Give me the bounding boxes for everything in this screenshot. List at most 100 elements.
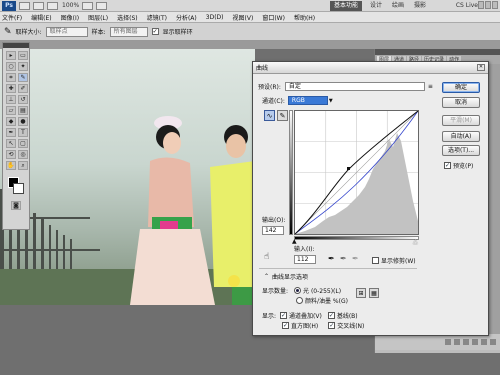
- crop-tool-icon[interactable]: ⌗: [6, 73, 16, 82]
- minimize-icon[interactable]: [478, 1, 484, 9]
- link-layers-icon[interactable]: [445, 339, 451, 345]
- curves-graph[interactable]: [294, 110, 419, 235]
- auto-button[interactable]: 自动(A): [442, 131, 480, 142]
- 3d-orbit-tool-icon[interactable]: ◎: [18, 150, 28, 159]
- lasso-tool-icon[interactable]: ○: [6, 62, 16, 71]
- curve-point-tool-icon[interactable]: ∿: [264, 110, 275, 121]
- preset-options-icon[interactable]: ≡: [428, 83, 433, 90]
- app-bar: Ps 100% 基本功能 设计 绘画 摄影 CS Live: [0, 0, 500, 12]
- menu-layer[interactable]: 图层(L): [88, 13, 108, 22]
- workspace-photography[interactable]: 摄影: [410, 1, 430, 11]
- quick-mask-icon[interactable]: ◙: [11, 201, 21, 210]
- eraser-tool-icon[interactable]: ▱: [6, 106, 16, 115]
- curve-pencil-tool-icon[interactable]: ✎: [277, 110, 288, 121]
- sample-select[interactable]: 所有图层: [109, 26, 148, 37]
- pen-tool-icon[interactable]: ✒: [6, 128, 16, 137]
- healing-brush-tool-icon[interactable]: ✚: [6, 84, 16, 93]
- zoom-level[interactable]: 100%: [62, 2, 79, 9]
- shape-tool-icon[interactable]: ▢: [18, 139, 28, 148]
- show-clipping-checkbox[interactable]: [372, 257, 379, 264]
- new-fill-layer-icon[interactable]: [463, 339, 469, 345]
- workspace-design[interactable]: 设计: [366, 1, 386, 11]
- hand-tool-icon[interactable]: ✋: [6, 161, 16, 170]
- eyedropper-tool-icon[interactable]: ✎: [4, 27, 12, 37]
- ok-button[interactable]: 确定: [442, 82, 480, 93]
- output-field[interactable]: 142: [262, 226, 284, 235]
- chevron-down-icon[interactable]: ▼: [329, 98, 333, 104]
- menu-edit[interactable]: 编辑(E): [31, 13, 51, 22]
- eyedropper-tool-icon[interactable]: ✎: [18, 73, 28, 82]
- delete-layer-icon[interactable]: [490, 339, 496, 345]
- workspace-painting[interactable]: 绘画: [388, 1, 408, 11]
- quick-select-tool-icon[interactable]: ✦: [18, 62, 28, 71]
- preview-checkbox[interactable]: ✓: [444, 162, 451, 169]
- close-icon[interactable]: [492, 1, 498, 9]
- canvas-photo[interactable]: [0, 49, 255, 305]
- amount-pigment-label: 颜料/油墨 %(G): [305, 298, 348, 305]
- histogram-checkbox[interactable]: ✓: [282, 322, 289, 329]
- type-tool-icon[interactable]: T: [18, 128, 28, 137]
- curve-control-point[interactable]: [347, 167, 350, 170]
- menu-image[interactable]: 图像(I): [61, 13, 79, 22]
- white-eyedropper-icon[interactable]: ✒: [352, 254, 359, 263]
- menu-help[interactable]: 帮助(H): [294, 13, 315, 22]
- brush-tool-icon[interactable]: ✐: [18, 84, 28, 93]
- menu-file[interactable]: 文件(F): [2, 13, 22, 22]
- dialog-title-bar[interactable]: 曲线 ✕: [253, 62, 488, 74]
- blur-tool-icon[interactable]: ◆: [6, 117, 16, 126]
- options-button[interactable]: 选项(T)...: [442, 145, 480, 156]
- on-image-adjust-icon[interactable]: ☝: [264, 252, 269, 262]
- amount-light-radio[interactable]: [294, 287, 302, 294]
- menu-filter[interactable]: 滤镜(T): [147, 13, 167, 22]
- collapse-icon[interactable]: ⌃: [264, 273, 269, 280]
- menu-analysis[interactable]: 分析(A): [176, 13, 197, 22]
- smooth-button[interactable]: 平滑(M): [442, 115, 480, 126]
- curve-options-toggle[interactable]: ⌃ 曲线显示选项: [264, 272, 308, 281]
- history-brush-tool-icon[interactable]: ↺: [18, 95, 28, 104]
- menu-bar: 文件(F) 编辑(E) 图像(I) 图层(L) 选择(S) 滤镜(T) 分析(A…: [0, 12, 500, 23]
- dialog-close-icon[interactable]: ✕: [477, 64, 485, 71]
- layer-style-icon[interactable]: [454, 339, 460, 345]
- clone-stamp-tool-icon[interactable]: ⊥: [6, 95, 16, 104]
- mini-bridge-icon[interactable]: [33, 1, 44, 10]
- zoom-tool-icon[interactable]: ⌕: [18, 161, 28, 170]
- menu-select[interactable]: 选择(S): [117, 13, 138, 22]
- background-color-swatch[interactable]: [13, 183, 24, 194]
- show-ring-checkbox[interactable]: ✓: [151, 28, 159, 35]
- white-point-slider-icon[interactable]: △: [413, 238, 418, 245]
- channel-select[interactable]: RGB: [287, 96, 328, 105]
- show-row-1: 显示: ✓ 通道叠加(V) ✓ 基线(B): [262, 311, 358, 320]
- new-group-icon[interactable]: [472, 339, 478, 345]
- marquee-tool-icon[interactable]: ▭: [18, 51, 28, 60]
- input-gradient-bar: [294, 236, 419, 240]
- maximize-icon[interactable]: [485, 1, 491, 9]
- new-layer-icon[interactable]: [481, 339, 487, 345]
- sample-size-label: 取样大小:: [15, 29, 42, 36]
- grid-simple-icon[interactable]: ⊞: [356, 288, 366, 298]
- cs-live-button[interactable]: CS Live: [456, 1, 478, 11]
- extras-icon[interactable]: [47, 1, 58, 10]
- path-select-tool-icon[interactable]: ↖: [6, 139, 16, 148]
- black-eyedropper-icon[interactable]: ✒: [328, 254, 335, 263]
- gradient-tool-icon[interactable]: ▤: [18, 106, 28, 115]
- amount-pigment-radio[interactable]: [296, 297, 303, 304]
- menu-window[interactable]: 窗口(W): [262, 13, 285, 22]
- cancel-button[interactable]: 取消: [442, 97, 480, 108]
- screen-mode-icon[interactable]: [96, 1, 108, 10]
- move-tool-icon[interactable]: ▸: [6, 51, 16, 60]
- preset-select[interactable]: 自定: [284, 82, 425, 91]
- channel-overlays-checkbox[interactable]: ✓: [280, 312, 288, 319]
- grid-detailed-icon[interactable]: ▦: [369, 288, 379, 298]
- arrange-icon[interactable]: [82, 1, 94, 10]
- baseline-checkbox[interactable]: ✓: [327, 312, 335, 319]
- 3d-rotate-tool-icon[interactable]: ⟲: [6, 150, 16, 159]
- input-field[interactable]: 112: [294, 255, 316, 264]
- gray-eyedropper-icon[interactable]: ✒: [340, 254, 347, 263]
- menu-3d[interactable]: 3D(D): [206, 14, 224, 21]
- dodge-tool-icon[interactable]: ●: [18, 117, 28, 126]
- workspace-essentials[interactable]: 基本功能: [330, 1, 363, 11]
- intersection-checkbox[interactable]: ✓: [328, 322, 336, 329]
- sample-size-select[interactable]: 取样点: [45, 26, 88, 37]
- bridge-icon[interactable]: [19, 1, 30, 10]
- menu-view[interactable]: 视图(V): [233, 13, 254, 22]
